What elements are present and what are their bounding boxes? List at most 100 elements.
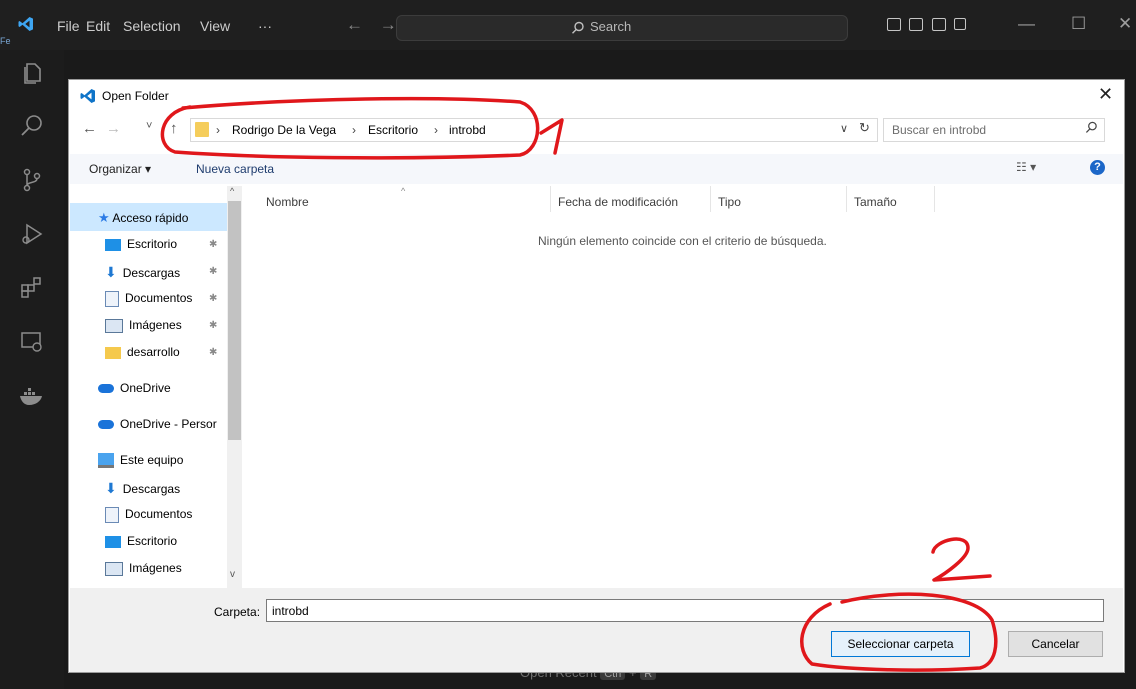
dialog-title: Open Folder: [102, 89, 169, 103]
menu-more[interactable]: ···: [258, 18, 272, 34]
customize-layout-icon[interactable]: [954, 18, 966, 30]
docker-icon[interactable]: [18, 382, 46, 410]
toggle-primary-sidebar-icon[interactable]: [887, 18, 901, 31]
sort-ascending-icon: ^: [401, 186, 406, 196]
download-icon: ⬇: [105, 264, 117, 280]
column-separator[interactable]: [846, 186, 847, 212]
nav-item-this-pc[interactable]: Este equipo: [98, 453, 184, 469]
address-dropdown-icon[interactable]: ∨: [840, 122, 848, 135]
scroll-up-icon[interactable]: ^: [230, 186, 234, 196]
breadcrumb-escritorio[interactable]: Escritorio: [368, 123, 418, 137]
dialog-close-button[interactable]: ✕: [1098, 84, 1113, 105]
cancel-button[interactable]: Cancelar: [1008, 631, 1103, 657]
cloud-icon: [98, 420, 114, 430]
empty-list-message: Ningún elemento coincide con el criterio…: [538, 234, 827, 248]
source-control-icon[interactable]: [18, 166, 46, 194]
select-folder-button[interactable]: Seleccionar carpeta: [831, 631, 970, 657]
search-icon: [571, 21, 584, 34]
toggle-panel-icon[interactable]: [909, 18, 923, 31]
menu-selection[interactable]: Selection: [123, 18, 181, 34]
pin-icon: ✱: [209, 266, 218, 277]
change-view-button[interactable]: ☷ ▾: [1016, 160, 1036, 174]
history-nav-arrows[interactable]: ← →: [346, 15, 403, 35]
nav-item-desarrollo[interactable]: desarrollo: [105, 345, 180, 359]
pin-icon: ✱: [209, 293, 218, 304]
nav-item-onedrive-personal[interactable]: OneDrive - Persor: [98, 417, 217, 431]
vscode-logo-icon: [18, 17, 33, 31]
nav-label: Este equipo: [120, 453, 184, 467]
folder-name-input[interactable]: [266, 599, 1104, 622]
forward-button[interactable]: →: [106, 120, 121, 137]
left-edge-text: Fe: [0, 36, 11, 46]
column-separator[interactable]: [550, 186, 551, 212]
remote-explorer-icon[interactable]: [18, 328, 46, 356]
folder-name-label: Carpeta:: [214, 605, 261, 619]
activity-bar: [0, 50, 64, 689]
column-header-type[interactable]: Tipo: [718, 195, 741, 209]
nav-label: desarrollo: [127, 345, 180, 359]
vscode-logo-icon: [80, 89, 95, 103]
nav-item-imagenes[interactable]: Imágenes: [105, 318, 182, 333]
folder-icon: [195, 122, 209, 137]
nav-label: Descargas: [122, 482, 181, 496]
recent-locations-button[interactable]: ˅: [146, 120, 152, 132]
nav-item-pc-documentos[interactable]: Documentos: [105, 507, 192, 523]
column-header-name[interactable]: Nombre: [266, 195, 309, 209]
maximize-button[interactable]: ☐: [1071, 14, 1086, 34]
folder-icon: [105, 346, 121, 359]
new-folder-button[interactable]: Nueva carpeta: [196, 162, 274, 176]
scroll-down-icon[interactable]: v: [230, 569, 235, 580]
document-icon: [105, 507, 119, 523]
nav-item-descargas[interactable]: ⬇ Descargas: [105, 264, 180, 281]
search-icon: [1085, 121, 1097, 133]
desktop-icon: [105, 238, 121, 251]
search-placeholder: Search: [590, 19, 632, 34]
desktop-icon: [105, 535, 121, 548]
column-header-size[interactable]: Tamaño: [854, 195, 897, 209]
column-separator[interactable]: [934, 186, 935, 212]
nav-label: OneDrive - Persor: [120, 417, 217, 431]
pin-icon: ✱: [209, 347, 218, 358]
column-separator[interactable]: [710, 186, 711, 212]
toggle-secondary-sidebar-icon[interactable]: [932, 18, 946, 31]
up-button[interactable]: ↑: [170, 120, 178, 137]
nav-item-escritorio[interactable]: Escritorio: [105, 237, 177, 251]
nav-item-pc-descargas[interactable]: ⬇ Descargas: [105, 480, 180, 497]
nav-label: Documentos: [125, 507, 193, 522]
download-icon: ⬇: [105, 480, 117, 496]
document-icon: [105, 291, 119, 307]
close-window-button[interactable]: ✕: [1118, 14, 1132, 34]
explorer-icon[interactable]: [18, 58, 46, 86]
breadcrumb-user[interactable]: Rodrigo De la Vega: [232, 123, 336, 137]
star-icon: ★: [98, 210, 110, 225]
nav-label: Documentos: [125, 291, 193, 306]
nav-item-quick-access[interactable]: ★ Acceso rápido: [98, 210, 188, 226]
run-debug-icon[interactable]: [18, 220, 46, 248]
pin-icon: ✱: [209, 320, 218, 331]
nav-label: Escritorio: [127, 237, 178, 251]
organize-button[interactable]: Organizar ▾: [89, 162, 151, 176]
breadcrumb-introbd[interactable]: introbd: [449, 123, 486, 137]
folder-search-placeholder: Buscar en introbd: [892, 123, 987, 137]
computer-icon: [98, 453, 114, 469]
nav-item-onedrive[interactable]: OneDrive: [98, 381, 171, 395]
search-view-icon[interactable]: [18, 112, 46, 140]
nav-item-documentos[interactable]: Documentos: [105, 291, 192, 307]
menu-file[interactable]: File: [57, 18, 80, 34]
breadcrumb-separator: ›: [216, 123, 220, 137]
minimize-button[interactable]: —: [1018, 14, 1035, 34]
nav-item-pc-escritorio[interactable]: Escritorio: [105, 534, 177, 548]
extensions-icon[interactable]: [18, 274, 46, 302]
nav-item-pc-imagenes[interactable]: Imágenes: [105, 561, 182, 576]
nav-scrollbar-thumb[interactable]: [228, 201, 241, 440]
help-icon[interactable]: ?: [1090, 160, 1105, 175]
back-button[interactable]: ←: [82, 120, 97, 137]
refresh-icon[interactable]: ↻: [859, 120, 870, 136]
menu-edit[interactable]: Edit: [86, 18, 110, 34]
breadcrumb-separator: ›: [434, 123, 438, 137]
nav-label: Imágenes: [129, 561, 182, 575]
pictures-icon: [105, 318, 123, 333]
column-header-modified[interactable]: Fecha de modificación: [558, 195, 678, 209]
menu-view[interactable]: View: [200, 18, 230, 34]
pin-icon: ✱: [209, 239, 218, 250]
